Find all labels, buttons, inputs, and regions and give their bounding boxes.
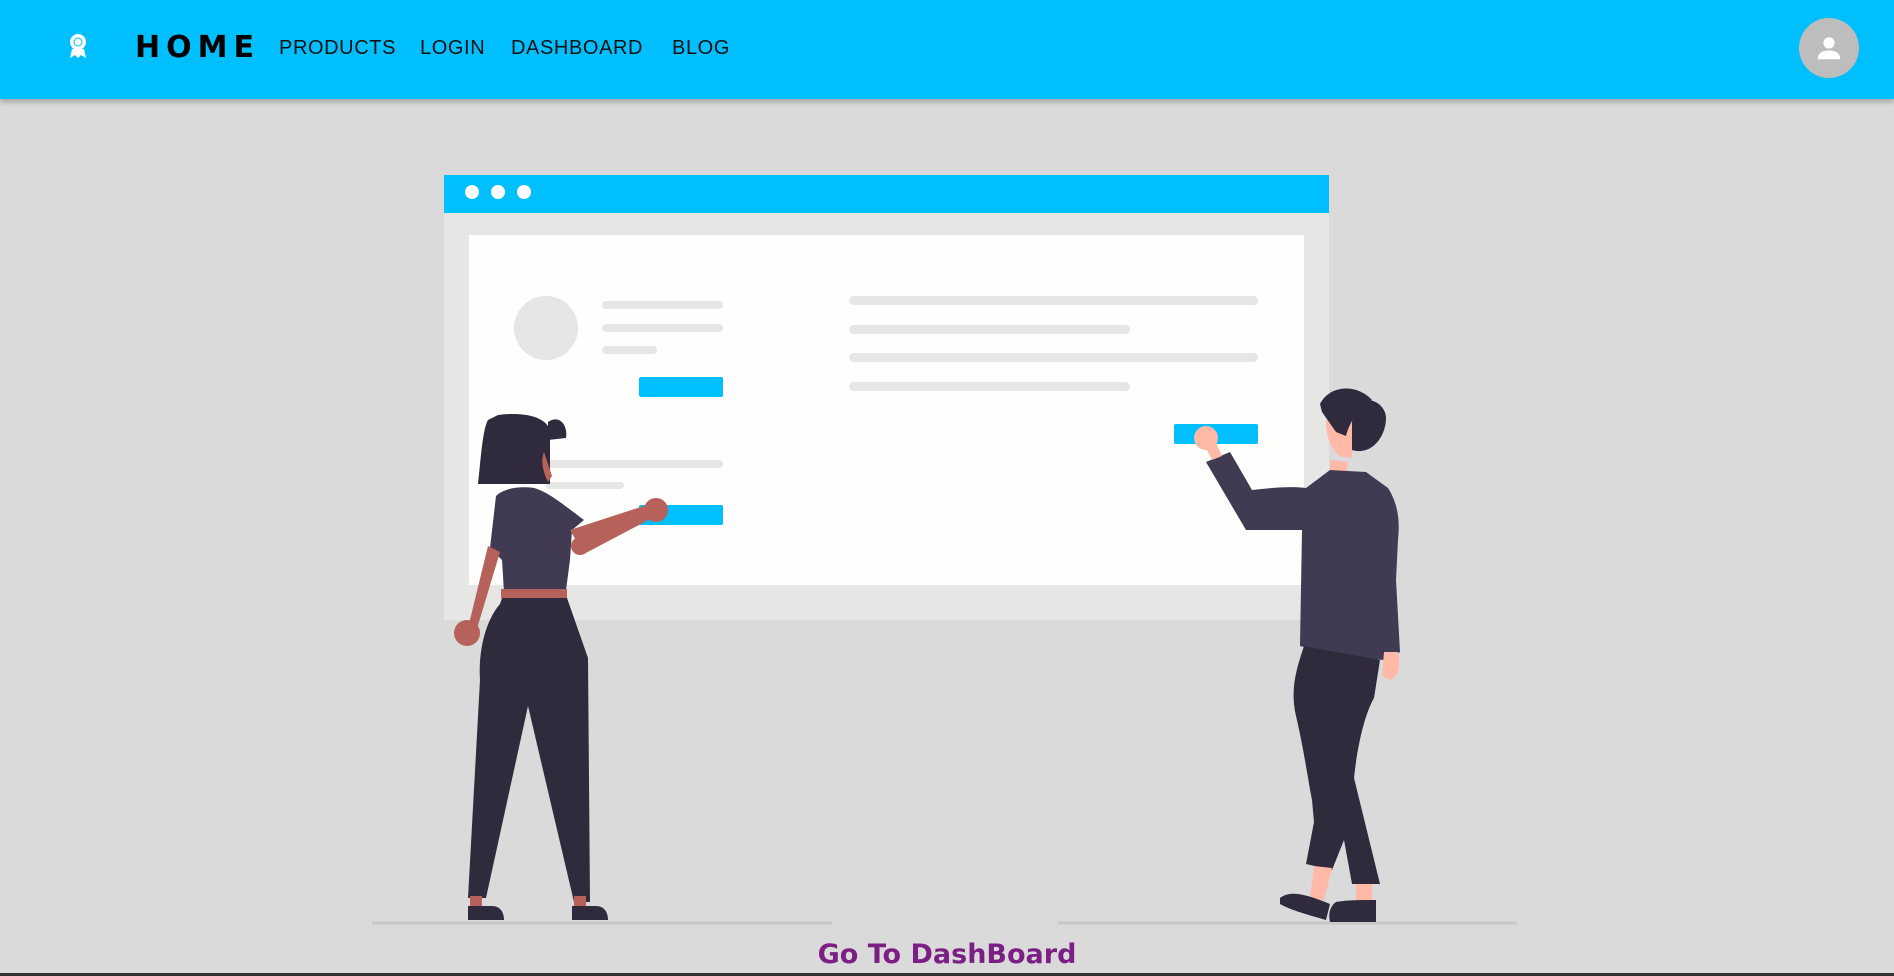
two-people-at-web-browser-illustration xyxy=(372,175,1517,925)
award-badge-icon[interactable] xyxy=(66,32,90,60)
app-bar: HOME PRODUCTS LOGIN DASHBOARD BLOG xyxy=(0,0,1894,99)
go-to-dashboard-link[interactable]: Go To DashBoard xyxy=(0,938,1894,972)
nav-item-login[interactable]: LOGIN xyxy=(420,36,485,60)
person-icon xyxy=(1817,37,1841,60)
nav-item-blog[interactable]: BLOG xyxy=(672,36,730,60)
brand-title[interactable]: HOME xyxy=(135,28,260,68)
nav-item-products[interactable]: PRODUCTS xyxy=(279,36,396,60)
nav-item-dashboard[interactable]: DASHBOARD xyxy=(511,36,643,60)
avatar[interactable] xyxy=(1799,18,1859,78)
